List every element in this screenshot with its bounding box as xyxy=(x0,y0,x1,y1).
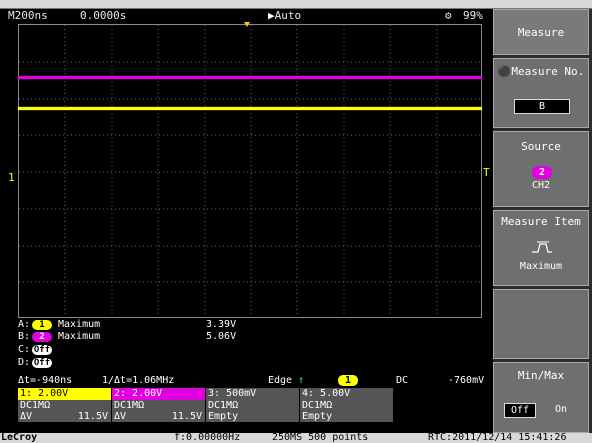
trigger-mode[interactable]: ▶Auto xyxy=(268,9,301,22)
off-badge: Off xyxy=(32,358,52,368)
waveform-grid[interactable] xyxy=(18,24,483,319)
channel-2-trace xyxy=(18,76,482,79)
rotate-knob-icon: ⚫ xyxy=(497,65,512,78)
channel-dv: ΔV 11.5V xyxy=(18,411,111,422)
status-bar: M200ns 0.0000s ▶Auto ⚙ 99% xyxy=(8,9,491,23)
measure-no-label: ⚫Measure No. xyxy=(497,65,585,78)
minmax-on-option[interactable]: On xyxy=(546,403,576,416)
measurement-row[interactable]: D: Off xyxy=(18,357,482,369)
channel-4-info[interactable]: 4: 5.00V DC1MΩ Empty xyxy=(300,388,393,433)
trigger-level[interactable]: -760mV xyxy=(448,375,484,386)
channel-1-ground-marker: 1 xyxy=(8,171,15,184)
timebase-readout[interactable]: M200ns xyxy=(8,9,48,22)
channel-coupling: DC1MΩ xyxy=(206,400,299,411)
channel-scale: 4: 5.00V xyxy=(300,388,393,400)
channel-table: 1: 2.00V DC1MΩ ΔV 11.5V 2: 2.00V DC1MΩ ΔV… xyxy=(18,388,393,433)
source-name: CH2 xyxy=(531,180,551,191)
brand-logo: LeCroy xyxy=(1,432,38,443)
channel-badge: 1 xyxy=(32,320,52,330)
measure-no-button[interactable]: ⚫Measure No. B xyxy=(493,58,589,128)
clock-readout: RTC:2011/12/14 15:41:26 xyxy=(428,432,567,443)
channel-1-trace xyxy=(18,107,482,110)
oscilloscope-screen: M200ns 0.0000s ▶Auto ⚙ 99% 1 T A: 1 Maxi… xyxy=(0,0,592,443)
off-badge: Off xyxy=(32,345,52,355)
play-icon: ▶ xyxy=(268,9,275,22)
gear-icon: ⚙ xyxy=(445,9,452,22)
trigger-level-marker: T xyxy=(483,166,490,179)
trigger-info: Δt=-940ns 1/Δt=1.06MHz Edge ↑ 1 DC -760m… xyxy=(18,375,492,387)
top-border xyxy=(0,0,592,9)
battery-readout: 99% xyxy=(463,9,483,22)
measurement-row[interactable]: C: Off xyxy=(18,344,482,356)
channel-scale: 2: 2.00V xyxy=(112,388,205,400)
minmax-button[interactable]: Min/Max Off On xyxy=(493,362,589,433)
source-button[interactable]: Source 2 CH2 xyxy=(493,131,589,207)
graticule xyxy=(19,25,483,319)
minmax-off-option[interactable]: Off xyxy=(504,403,536,418)
empty-menu-slot xyxy=(493,289,589,359)
channel-1-info[interactable]: 1: 2.00V DC1MΩ ΔV 11.5V xyxy=(18,388,111,433)
source-channel-badge: 2 xyxy=(532,166,552,179)
measure-item-button[interactable]: Measure Item Maximum xyxy=(493,210,589,286)
frequency-readout: f:0.00000Hz xyxy=(174,432,241,443)
channel-dv: Empty xyxy=(300,411,393,422)
measurement-list: A: 1 Maximum 3.39V B: 2 Maximum 5.06V C:… xyxy=(18,318,482,374)
channel-coupling: DC1MΩ xyxy=(18,400,111,411)
footer-bar: LeCroy f:0.00000Hz 250MS 500 points RTC:… xyxy=(0,432,592,443)
inverse-delta-t-readout: 1/Δt=1.06MHz xyxy=(102,375,175,386)
measurement-row[interactable]: B: 2 Maximum 5.06V xyxy=(18,331,482,343)
delta-t-readout: Δt=-940ns xyxy=(18,375,73,386)
rising-edge-icon: ↑ xyxy=(298,375,305,386)
channel-scale: 1: 2.00V xyxy=(18,388,111,400)
delay-readout[interactable]: 0.0000s xyxy=(80,9,126,22)
pulse-max-icon xyxy=(532,241,552,253)
trigger-type[interactable]: Edge xyxy=(268,375,292,386)
channel-coupling: DC1MΩ xyxy=(300,400,393,411)
trigger-position-icon xyxy=(244,22,250,27)
measure-no-value: B xyxy=(514,99,570,114)
measurement-row[interactable]: A: 1 Maximum 3.39V xyxy=(18,319,482,331)
channel-2-info[interactable]: 2: 2.00V DC1MΩ ΔV 11.5V xyxy=(112,388,205,433)
channel-badge: 2 xyxy=(32,332,52,342)
trigger-coupling[interactable]: DC xyxy=(396,375,408,386)
channel-scale: 3: 500mV xyxy=(206,388,299,400)
trigger-source-badge[interactable]: 1 xyxy=(338,375,358,386)
channel-3-info[interactable]: 3: 500mV DC1MΩ Empty xyxy=(206,388,299,433)
sample-readout: 250MS 500 points xyxy=(272,432,369,443)
menu-title: Measure xyxy=(493,9,589,55)
channel-coupling: DC1MΩ xyxy=(112,400,205,411)
measure-menu-panel: Measure ⚫Measure No. B Source 2 CH2 Meas… xyxy=(493,9,592,433)
channel-dv: ΔV 11.5V xyxy=(112,411,205,422)
channel-dv: Empty xyxy=(206,411,299,422)
